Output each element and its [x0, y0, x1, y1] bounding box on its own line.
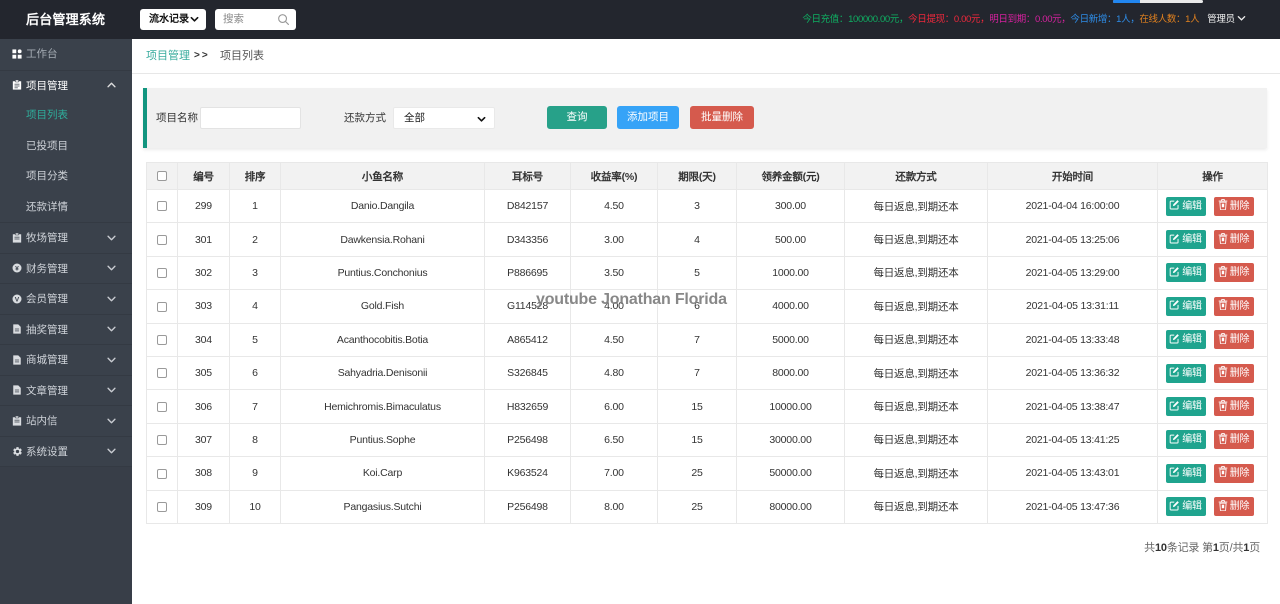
svg-text:V: V — [15, 296, 20, 303]
svg-text:¥: ¥ — [15, 266, 19, 273]
